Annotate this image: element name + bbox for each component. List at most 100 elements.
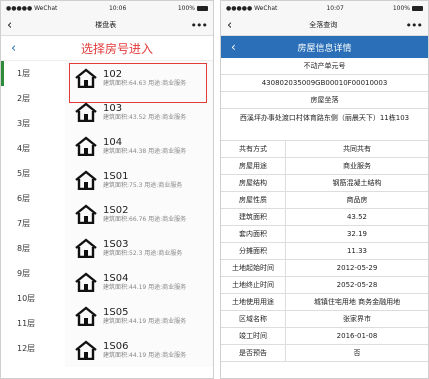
- house-icon: [75, 340, 97, 361]
- room-number: 1S04: [103, 272, 129, 284]
- status-bar: ●●●●● WeChat 10:07 100%: [221, 1, 428, 15]
- detail-key: 房屋结构: [221, 175, 286, 191]
- selected-room-highlight: [69, 63, 207, 103]
- nav-title: 楼盘表: [95, 21, 117, 29]
- detail-key: 土地使用用途: [221, 294, 286, 310]
- page-title: 房屋信息详情: [297, 43, 352, 54]
- detail-row: 房屋性质 商品房: [221, 192, 428, 209]
- room-description: 建筑面积:44.19 用途:商业服务: [103, 351, 187, 359]
- detail-key: 房屋性质: [221, 192, 286, 208]
- detail-value: 商业服务: [343, 162, 371, 170]
- detail-key: 建筑面积: [221, 209, 286, 225]
- page-back-button[interactable]: ‹: [11, 41, 16, 56]
- house-icon: [75, 238, 97, 259]
- clock: 10:07: [326, 4, 344, 12]
- carrier-label: ●●●●● WeChat: [226, 4, 278, 12]
- house-icon: [75, 272, 97, 293]
- page-header: ‹ 选择房号进入: [1, 36, 213, 61]
- room-item[interactable]: 1S06 建筑面积:44.19 用途:商业服务: [65, 333, 213, 367]
- detail-key: 房屋用途: [221, 158, 286, 174]
- room-item[interactable]: 1S05 建筑面积:44.19 用途:商业服务: [65, 299, 213, 333]
- status-bar: ●●●●● WeChat 10:06 100%: [1, 1, 213, 15]
- detail-row: 土地使用用途 城镇住宅用地 商务金融用地: [221, 294, 428, 311]
- left-phone-screen: ●●●●● WeChat 10:06 100% ‹ 楼盘表 ••• ‹ 选择房号…: [0, 0, 214, 379]
- detail-key: 土地起始时间: [221, 260, 286, 276]
- room-list: 102 建筑面积:64.63 用途:商业服务 103 建筑面积:43.52 用途:商业…: [65, 61, 213, 367]
- detail-row: 区域名称 张家界市: [221, 311, 428, 328]
- floor-item[interactable]: 6层: [1, 186, 65, 211]
- house-icon: [75, 170, 97, 191]
- battery-indicator: 100%: [178, 5, 208, 12]
- detail-row: 竣工时间 2016-01-08: [221, 328, 428, 345]
- detail-value: 城镇住宅用地 商务金融用地: [313, 298, 401, 306]
- detail-value: 商品房: [346, 196, 368, 204]
- room-number: 103: [103, 102, 123, 114]
- room-item[interactable]: 1S04 建筑面积:44.19 用途:商业服务: [65, 265, 213, 299]
- clock: 10:06: [108, 4, 127, 12]
- room-text: 1S02 建筑面积:66.76 用途:商业服务: [103, 205, 186, 224]
- room-description: 建筑面积:66.76 用途:商业服务: [103, 215, 187, 223]
- room-number: 1S03: [103, 238, 129, 250]
- unit-number-label: 不动产单元号: [221, 58, 428, 75]
- room-item[interactable]: 1S01 建筑面积:75.3 用途:商业服务: [65, 163, 213, 197]
- room-text: 104 建筑面积:44.38 用途:商业服务: [103, 137, 186, 156]
- room-text: 1S05 建筑面积:44.19 用途:商业服务: [103, 307, 186, 326]
- detail-value: 共同共有: [343, 145, 371, 153]
- detail-fields: 共有方式 共同共有 房屋用途 商业服务房屋结构 钢筋混凝土结构房屋性质 商品房建筑面积 43…: [221, 141, 428, 362]
- room-number: 1S02: [103, 204, 129, 216]
- detail-key: 竣工时间: [221, 328, 286, 344]
- room-number: 104: [103, 136, 123, 148]
- nav-bar: ‹ 全落查询 •••: [221, 15, 428, 36]
- detail-row: 套内面积 32.19: [221, 226, 428, 243]
- floor-item[interactable]: 12层: [1, 336, 65, 361]
- battery-percent: 100%: [177, 4, 195, 12]
- floor-item[interactable]: 7层: [1, 211, 65, 236]
- room-description: 建筑面积:43.52 用途:商业服务: [103, 113, 187, 121]
- floor-item[interactable]: 1层: [1, 61, 65, 86]
- room-text: 103 建筑面积:43.52 用途:商业服务: [103, 103, 186, 122]
- house-icon: [75, 136, 97, 157]
- floor-item[interactable]: 4层: [1, 136, 65, 161]
- detail-value: 钢筋混凝土结构: [332, 179, 382, 187]
- detail-value: 11.33: [346, 247, 368, 255]
- detail-row: 是否预告 否: [221, 345, 428, 362]
- floor-item[interactable]: 2层: [1, 86, 65, 111]
- back-button[interactable]: ‹: [7, 18, 21, 33]
- room-item[interactable]: 1S02 建筑面积:66.76 用途:商业服务: [65, 197, 213, 231]
- room-description: 建筑面积:44.19 用途:商业服务: [103, 317, 187, 325]
- room-description: 建筑面积:75.3 用途:商业服务: [103, 181, 183, 189]
- floor-item[interactable]: 8层: [1, 236, 65, 261]
- detail-value: 否: [353, 349, 361, 357]
- floor-list: 1层 2层 3层 4层 5层 6层 7层 8层 9层 10层 11层 12层: [1, 61, 65, 367]
- room-description: 建筑面积:52.3 用途:商业服务: [103, 249, 183, 257]
- detail-row: 共有方式 共同共有: [221, 141, 428, 158]
- floor-item[interactable]: 10层: [1, 286, 65, 311]
- battery-indicator: 100%: [393, 5, 423, 12]
- detail-key: 土地终止时间: [221, 277, 286, 293]
- detail-row: 房屋结构 钢筋混凝土结构: [221, 175, 428, 192]
- page-title: 选择房号进入: [81, 41, 154, 56]
- room-item[interactable]: 104 建筑面积:44.38 用途:商业服务: [65, 129, 213, 163]
- room-text: 1S06 建筑面积:44.19 用途:商业服务: [103, 341, 186, 360]
- nav-title: 全落查询: [309, 21, 338, 29]
- detail-key: 是否预告: [221, 345, 286, 361]
- detail-row: 分摊面积 11.33: [221, 243, 428, 260]
- more-button[interactable]: •••: [191, 19, 208, 32]
- room-description: 建筑面积:44.38 用途:商业服务: [103, 147, 187, 155]
- more-button[interactable]: •••: [406, 19, 423, 32]
- battery-percent: 100%: [392, 4, 410, 12]
- floor-item[interactable]: 9层: [1, 261, 65, 286]
- detail-value: 32.19: [346, 230, 368, 238]
- room-description: 建筑面积:44.19 用途:商业服务: [103, 283, 187, 291]
- detail-key: 套内面积: [221, 226, 286, 242]
- location-label: 房屋坐落: [221, 92, 428, 109]
- detail-value: 43.52: [346, 213, 368, 221]
- detail-row: 土地起始时间 2012-05-29: [221, 260, 428, 277]
- back-button[interactable]: ‹: [227, 18, 241, 33]
- floor-item[interactable]: 11层: [1, 311, 65, 336]
- floor-item[interactable]: 5层: [1, 161, 65, 186]
- battery-icon: [197, 5, 208, 11]
- room-item[interactable]: 1S03 建筑面积:52.3 用途:商业服务: [65, 231, 213, 265]
- room-text: 1S03 建筑面积:52.3 用途:商业服务: [103, 239, 182, 258]
- floor-item[interactable]: 3层: [1, 111, 65, 136]
